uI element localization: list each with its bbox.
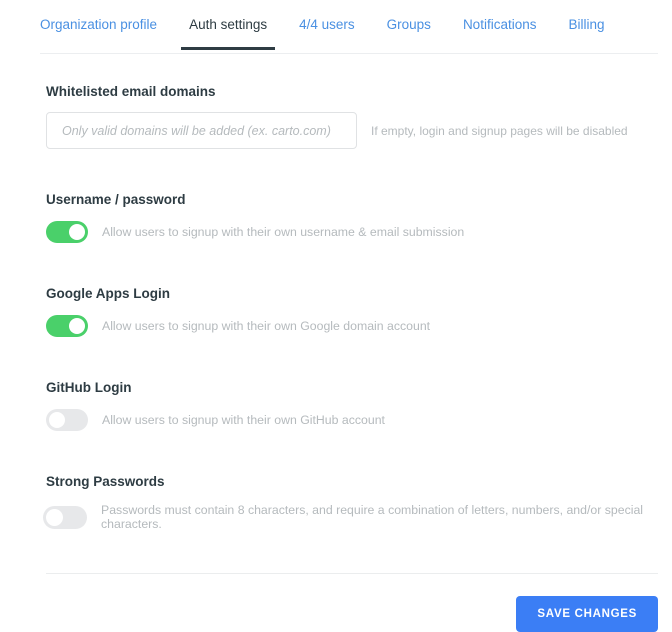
username-password-row: Allow users to signup with their own use… — [46, 221, 658, 243]
github-login-title: GitHub Login — [46, 380, 132, 395]
username-password-title: Username / password — [46, 192, 186, 207]
google-apps-login-row: Allow users to signup with their own Goo… — [46, 315, 658, 337]
username-password-description: Allow users to signup with their own use… — [102, 225, 465, 239]
whitelisted-domains-row: If empty, login and signup pages will be… — [46, 112, 658, 149]
github-login-toggle[interactable] — [46, 409, 88, 431]
github-login-row: Allow users to signup with their own Git… — [46, 409, 658, 431]
whitelisted-domains-label: Whitelisted email domains — [46, 84, 216, 99]
footer-actions: SAVE CHANGES — [46, 574, 658, 632]
tab-organization-profile[interactable]: Organization profile — [40, 0, 157, 32]
strong-passwords-title: Strong Passwords — [46, 474, 165, 489]
github-login-section: GitHub Login Allow users to signup with … — [46, 380, 658, 431]
whitelisted-domains-input[interactable] — [46, 112, 357, 149]
tab-users[interactable]: 4/4 users — [299, 0, 355, 32]
google-apps-login-title: Google Apps Login — [46, 286, 170, 301]
strong-passwords-toggle[interactable] — [43, 505, 87, 529]
tab-billing[interactable]: Billing — [568, 0, 604, 32]
strong-passwords-description: Passwords must contain 8 characters, and… — [101, 503, 644, 531]
username-password-toggle[interactable] — [46, 221, 88, 243]
tab-groups[interactable]: Groups — [387, 0, 431, 32]
google-apps-login-description: Allow users to signup with their own Goo… — [102, 319, 431, 333]
tab-auth-settings[interactable]: Auth settings — [181, 0, 276, 49]
google-apps-login-toggle[interactable] — [46, 315, 88, 337]
toggle-knob-icon — [46, 508, 63, 526]
auth-settings-panel: Whitelisted email domains If empty, logi… — [0, 54, 672, 632]
main-tab-bar: Organization profile Auth settings 4/4 u… — [0, 0, 672, 54]
toggle-knob-icon — [69, 318, 85, 334]
github-login-description: Allow users to signup with their own Git… — [102, 413, 385, 427]
username-password-section: Username / password Allow users to signu… — [46, 192, 658, 243]
save-changes-button[interactable]: SAVE CHANGES — [516, 596, 658, 632]
strong-passwords-row: Passwords must contain 8 characters, and… — [43, 503, 658, 531]
toggle-knob-icon — [69, 224, 85, 240]
toggle-knob-icon — [49, 412, 65, 428]
whitelisted-domains-hint: If empty, login and signup pages will be… — [371, 123, 628, 138]
google-apps-login-section: Google Apps Login Allow users to signup … — [46, 286, 658, 337]
tab-notifications[interactable]: Notifications — [463, 0, 537, 32]
strong-passwords-section: Strong Passwords Passwords must contain … — [43, 474, 658, 531]
whitelisted-domains-section: Whitelisted email domains If empty, logi… — [46, 84, 658, 149]
